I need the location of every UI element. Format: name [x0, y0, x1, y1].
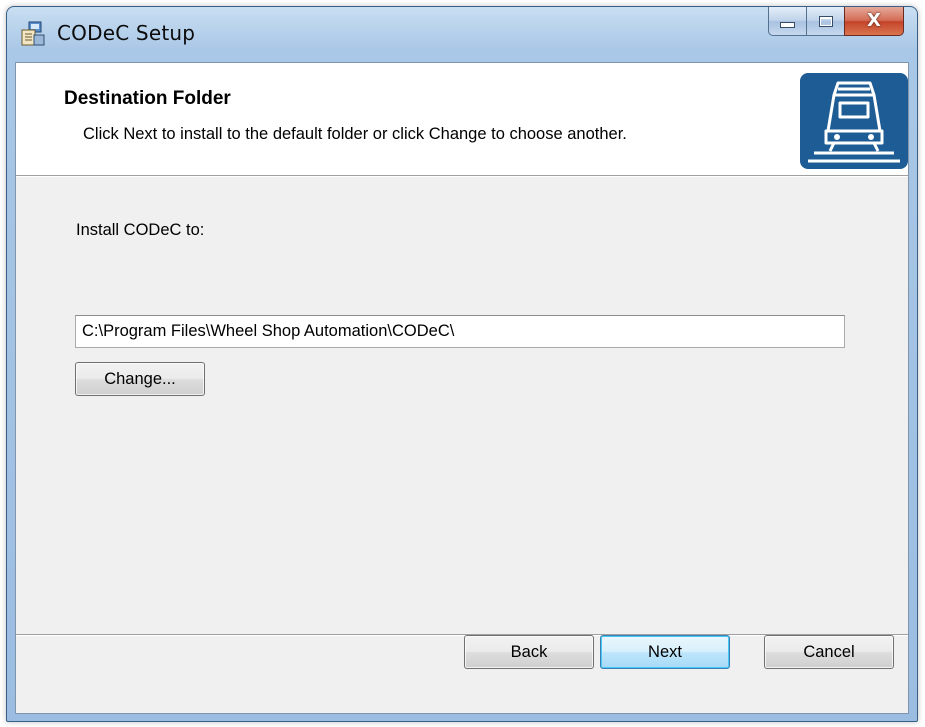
install-location-label: Install CODeC to: [76, 221, 205, 239]
change-folder-button[interactable]: Change... [75, 362, 205, 396]
back-button[interactable]: Back [464, 635, 594, 669]
title-bar[interactable]: CODeC Setup X [7, 7, 917, 61]
window-title: CODeC Setup [57, 21, 196, 45]
page-description: Click Next to install to the default fol… [83, 125, 627, 143]
installer-app-icon [21, 21, 45, 46]
maximize-icon [818, 15, 833, 27]
close-button[interactable]: X [844, 7, 904, 36]
minimize-icon [780, 22, 795, 28]
train-logo [800, 73, 908, 169]
train-icon [808, 81, 900, 163]
page-title: Destination Folder [64, 88, 231, 109]
maximize-button[interactable] [806, 7, 844, 36]
close-icon: X [867, 10, 881, 31]
caption-buttons: X [768, 7, 904, 36]
install-path-field[interactable] [75, 315, 845, 348]
dialog-body: Destination Folder Click Next to install… [15, 62, 909, 714]
next-button[interactable]: Next [600, 635, 730, 669]
minimize-button[interactable] [768, 7, 806, 36]
header-banner: Destination Folder Click Next to install… [16, 63, 908, 176]
installer-window: CODeC Setup X Destination Folder Click N… [6, 6, 918, 722]
cancel-button[interactable]: Cancel [764, 635, 894, 669]
